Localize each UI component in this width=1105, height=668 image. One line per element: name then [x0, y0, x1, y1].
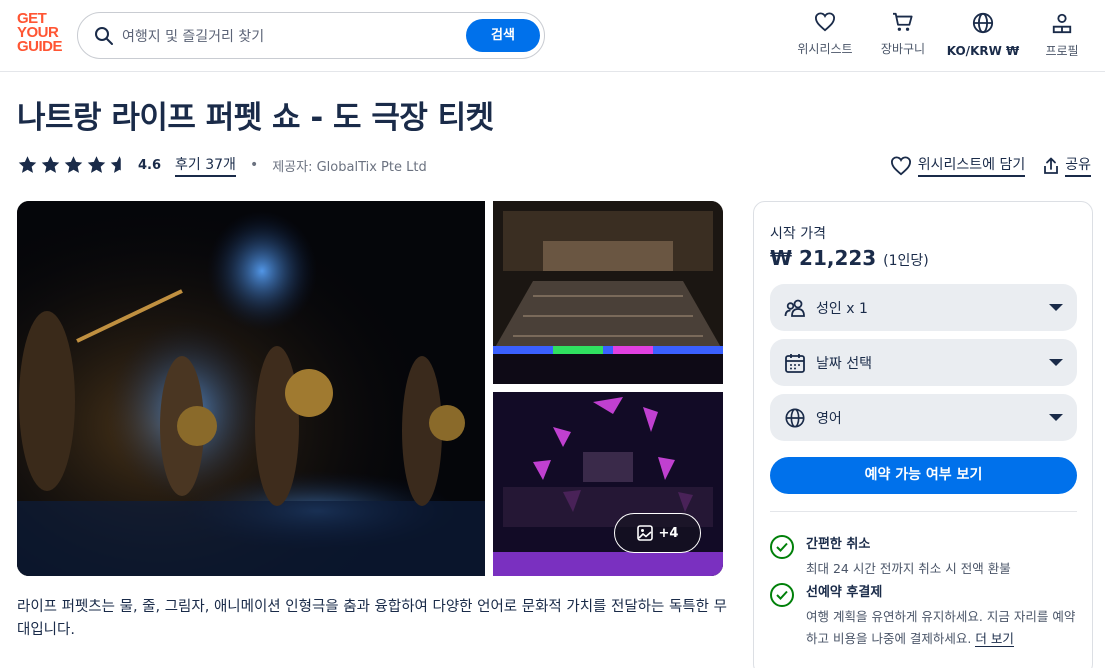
search-button[interactable]: 검색	[466, 19, 540, 52]
feature-title: 선예약 후결제	[806, 585, 883, 600]
people-icon	[784, 299, 805, 317]
participants-select[interactable]: 성인 x 1	[770, 284, 1077, 331]
learn-more-link[interactable]: 더 보기	[975, 631, 1014, 647]
main-photo[interactable]	[17, 201, 485, 576]
search-bar[interactable]: 여행지 및 즐길거리 찾기 검색	[77, 12, 545, 59]
date-value: 날짜 선택	[816, 355, 872, 372]
chevron-down-icon	[1049, 304, 1063, 311]
feature-description: 여행 계획을 유연하게 유지하세요. 지금 자리를 예약하고 비용을 나중에 결…	[806, 606, 1078, 650]
profile-icon	[1052, 13, 1072, 34]
logo-line-3: GUIDE	[17, 38, 63, 55]
theater-hall-photo	[493, 201, 723, 384]
getyourguide-logo[interactable]: GET YOUR GUIDE	[17, 11, 71, 55]
page-title: 나트랑 라이프 퍼펫 쇼 - 도 극장 티켓	[17, 100, 494, 136]
meta-separator: •	[249, 157, 259, 173]
star-icon	[87, 156, 106, 173]
language-value: 영어	[816, 410, 842, 427]
rating-value: 4.6	[138, 157, 162, 173]
nav-profile[interactable]: 프로필	[1022, 12, 1102, 59]
rating-stars	[17, 155, 130, 175]
water-puppet-show-photo	[17, 201, 485, 576]
heart-icon	[890, 155, 911, 175]
calendar-icon	[785, 353, 805, 373]
reviews-link[interactable]: 후기 37개	[175, 154, 236, 177]
check-availability-button[interactable]: 예약 가능 여부 보기	[770, 457, 1077, 494]
feature-description: 최대 24 시간 전까지 취소 시 전액 환불	[806, 561, 1011, 576]
card-divider	[770, 511, 1077, 512]
free-cancellation-feature: 간편한 취소 최대 24 시간 전까지 취소 시 전액 환불	[770, 533, 1078, 580]
rating-row: 4.6 후기 37개 • 제공자: GlobalTix Pte Ltd	[17, 154, 427, 177]
product-description: 라이프 퍼펫츠는 물, 줄, 그림자, 애니메이션 인형극을 춤과 융합하여 다…	[17, 599, 727, 638]
nav-wishlist-label: 위시리스트	[797, 42, 853, 56]
share-icon	[1044, 157, 1059, 174]
nav-profile-label: 프로필	[1045, 44, 1079, 58]
participants-value: 성인 x 1	[816, 300, 868, 317]
star-icon	[64, 156, 83, 173]
more-photos-count: +4	[658, 525, 679, 541]
chevron-down-icon	[1049, 359, 1063, 366]
price: ₩ 21,223 (1인당)	[770, 246, 929, 270]
booking-card: 시작 가격 ₩ 21,223 (1인당) 성인 x 1 날짜 선택 영어 예약 …	[753, 201, 1093, 668]
price-per-person: (1인당)	[883, 253, 929, 269]
theater-photo[interactable]	[493, 201, 723, 384]
check-circle-icon	[770, 535, 794, 559]
image-icon	[636, 525, 653, 541]
nav-cart[interactable]: 장바구니	[863, 12, 943, 57]
nav-cart-label: 장바구니	[880, 42, 926, 56]
cart-icon	[893, 12, 913, 31]
provider-text: 제공자: GlobalTix Pte Ltd	[272, 159, 427, 175]
search-icon	[95, 27, 113, 45]
nav-language-currency[interactable]: KO/KRW ₩	[943, 12, 1023, 59]
feature-description-text: 여행 계획을 유연하게 유지하세요. 지금 자리를 예약하고 비용을 나중에 결…	[806, 609, 1076, 646]
globe-icon	[972, 12, 994, 34]
more-photos-button[interactable]: +4	[614, 513, 701, 553]
feature-title: 간편한 취소	[806, 537, 871, 552]
chevron-down-icon	[1049, 414, 1063, 421]
check-circle-icon	[770, 583, 794, 607]
language-select[interactable]: 영어	[770, 394, 1077, 441]
title-actions: 위시리스트에 담기 공유	[890, 154, 1091, 177]
reserve-now-pay-later-feature: 선예약 후결제 여행 계획을 유연하게 유지하세요. 지금 자리를 예약하고 비…	[770, 581, 1078, 650]
wishlist-button[interactable]: 위시리스트에 담기	[890, 154, 1026, 177]
share-button[interactable]: 공유	[1043, 154, 1091, 177]
star-icon	[18, 156, 37, 173]
globe-icon	[785, 407, 805, 428]
price-value: ₩ 21,223	[770, 246, 877, 270]
price-from-label: 시작 가격	[770, 226, 826, 242]
share-label: 공유	[1065, 154, 1091, 177]
wishlist-label: 위시리스트에 담기	[917, 154, 1026, 177]
nav-language-label: KO/KRW ₩	[946, 44, 1020, 58]
heart-icon	[814, 12, 836, 32]
date-select[interactable]: 날짜 선택	[770, 339, 1077, 386]
top-header: GET YOUR GUIDE 여행지 및 즐길거리 찾기 검색 위시리스트 장바…	[0, 0, 1105, 72]
search-input[interactable]: 여행지 및 즐길거리 찾기	[122, 26, 264, 46]
nav-wishlist[interactable]: 위시리스트	[785, 12, 865, 57]
star-icon	[41, 156, 60, 173]
star-half-icon	[110, 156, 121, 173]
